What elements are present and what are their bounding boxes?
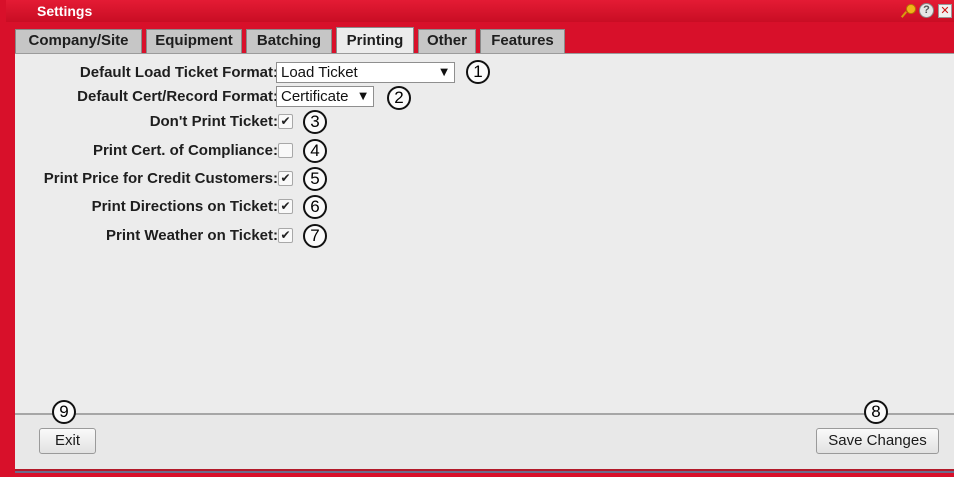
setting-row-cert-record-format: Default Cert/Record Format: Certificate … xyxy=(15,85,954,110)
callout-7: 7 xyxy=(303,224,327,248)
print-price-credit-checkbox[interactable]: ✔ xyxy=(278,171,293,186)
print-directions-checkbox[interactable]: ✔ xyxy=(278,199,293,214)
cert-record-format-select[interactable]: Certificate ▼ xyxy=(276,86,374,107)
print-weather-label: Print Weather on Ticket: xyxy=(106,227,278,244)
setting-row-print-cert-compliance: Print Cert. of Compliance: 4 xyxy=(15,139,954,163)
load-ticket-format-label: Default Load Ticket Format: xyxy=(79,64,278,81)
print-cert-compliance-label: Print Cert. of Compliance: xyxy=(92,142,278,159)
window-title: Settings xyxy=(37,3,93,19)
cert-record-format-label: Default Cert/Record Format: xyxy=(77,88,278,105)
print-cert-compliance-checkbox[interactable] xyxy=(278,143,293,158)
window-bottom-border xyxy=(15,469,954,477)
callout-3: 3 xyxy=(303,110,327,134)
setting-row-dont-print-ticket: Don't Print Ticket: ✔ 3 xyxy=(15,110,954,134)
close-icon[interactable]: ✕ xyxy=(938,3,952,18)
print-directions-label: Print Directions on Ticket: xyxy=(91,198,278,215)
callout-8: 8 xyxy=(864,400,888,424)
dropdown-arrow-icon: ▼ xyxy=(440,67,448,78)
setting-row-load-ticket-format: Default Load Ticket Format: Load Ticket … xyxy=(15,60,954,85)
tab-company-site[interactable]: Company/Site xyxy=(15,29,142,53)
dont-print-ticket-checkbox[interactable]: ✔ xyxy=(278,114,293,129)
tab-batching[interactable]: Batching xyxy=(246,29,332,53)
setting-row-print-weather: Print Weather on Ticket: ✔ 7 xyxy=(15,224,954,248)
pin-icon[interactable] xyxy=(901,3,916,18)
callout-1: 1 xyxy=(466,60,490,84)
checkmark-icon: ✔ xyxy=(280,228,291,242)
tab-printing[interactable]: Printing xyxy=(336,27,414,54)
callout-2: 2 xyxy=(387,86,411,110)
cert-record-format-value: Certificate xyxy=(281,88,349,105)
callout-9: 9 xyxy=(52,400,76,424)
dont-print-ticket-label: Don't Print Ticket: xyxy=(149,113,278,130)
tab-features[interactable]: Features xyxy=(480,29,565,53)
save-changes-button[interactable]: Save Changes xyxy=(816,428,939,454)
checkmark-icon: ✔ xyxy=(280,171,291,185)
setting-row-print-price-credit: Print Price for Credit Customers: ✔ 5 xyxy=(15,167,954,191)
title-bar: Settings ? ✕ xyxy=(6,0,954,22)
help-icon[interactable]: ? xyxy=(919,3,934,18)
tab-bar: Company/Site Equipment Batching Printing… xyxy=(15,24,954,54)
load-ticket-format-select[interactable]: Load Ticket ▼ xyxy=(276,62,455,83)
print-weather-checkbox[interactable]: ✔ xyxy=(278,228,293,243)
tab-other[interactable]: Other xyxy=(418,29,476,53)
dropdown-arrow-icon: ▼ xyxy=(359,91,367,102)
printing-settings-panel: Default Load Ticket Format: Load Ticket … xyxy=(15,53,954,413)
exit-button[interactable]: Exit xyxy=(39,428,96,454)
tab-equipment[interactable]: Equipment xyxy=(146,29,242,53)
setting-row-print-directions: Print Directions on Ticket: ✔ 6 xyxy=(15,195,954,219)
callout-5: 5 xyxy=(303,167,327,191)
title-bar-controls: ? ✕ xyxy=(901,3,952,18)
callout-6: 6 xyxy=(303,195,327,219)
callout-4: 4 xyxy=(303,139,327,163)
checkmark-icon: ✔ xyxy=(280,114,291,128)
print-price-credit-label: Print Price for Credit Customers: xyxy=(43,170,278,187)
footer-bar: 9 8 Exit Save Changes xyxy=(15,400,954,469)
load-ticket-format-value: Load Ticket xyxy=(281,64,358,81)
checkmark-icon: ✔ xyxy=(280,199,291,213)
